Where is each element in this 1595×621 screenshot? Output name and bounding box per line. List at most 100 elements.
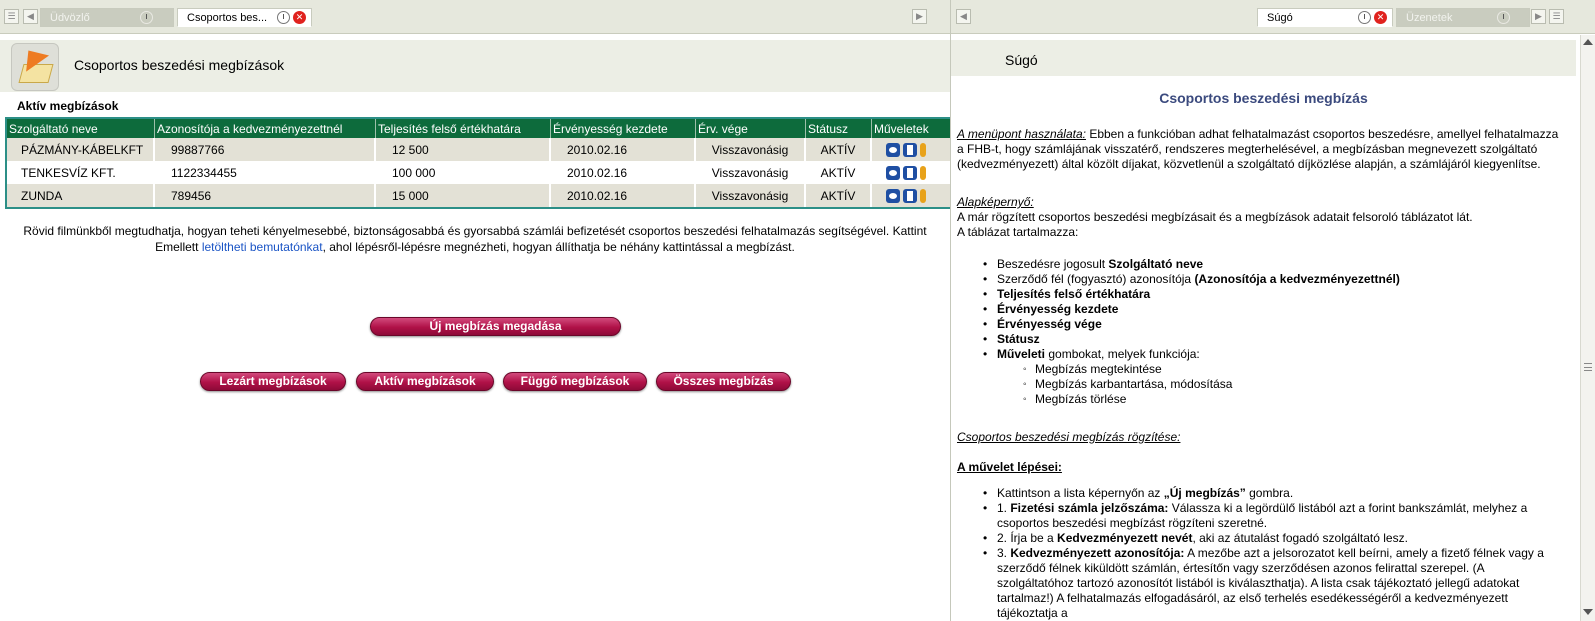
list-item: 2. Írja be a Kedvezményezett nevét, aki … [957,531,1562,546]
help-heading: Csoportos beszedési megbízás [1159,90,1368,106]
column-header[interactable]: Érvényesség kezdete [551,119,696,138]
delete-icon[interactable] [920,165,926,180]
right-tab-strip: ◀ Súgó ✕ Üzenetek ▶ ☰ [951,0,1595,34]
scroll-left-icon[interactable]: ◀ [956,9,971,24]
end-cell: Visszavonásig [696,184,806,207]
tab-group-collection[interactable]: Csoportos bes... ✕ [177,8,312,27]
list-item: 3. Kedvezményezett azonosítója: A mezőbe… [957,546,1562,621]
end-cell: Visszavonásig [696,138,806,161]
view-icon[interactable] [886,142,900,157]
view-icon[interactable] [886,188,900,203]
start-cell: 2010.02.16 [551,184,696,207]
tab-help[interactable]: Súgó ✕ [1257,8,1393,27]
column-header[interactable]: Azonosítója a kedvezményezettnél [155,119,376,138]
scroll-up-icon[interactable] [1583,39,1593,45]
all-orders-button[interactable]: Összes megbízás [656,372,791,391]
id-cell: 1122334455 [155,161,376,184]
edit-icon[interactable] [903,142,917,157]
help-title: Súgó [1005,52,1038,68]
close-icon[interactable]: ✕ [293,11,306,24]
id-cell: 99887766 [155,138,376,161]
table-row[interactable]: PÁZMÁNY-KÁBELKFT 99887766 12 500 2010.02… [7,138,950,161]
info-line-2-prefix: Emellett [155,240,202,254]
status-cell: AKTÍV [806,138,872,161]
tab-list-icon[interactable]: ☰ [4,9,19,24]
info-text: Rövid filmünkből megtudhatja, hogyan teh… [0,223,950,255]
help-header: Súgó [951,40,1576,76]
clock-icon [140,11,153,24]
active-orders-button[interactable]: Aktív megbízások [356,372,494,391]
scroll-left-icon[interactable]: ◀ [23,9,38,24]
left-tab-strip: ☰ ◀ Üdvözlő Csoportos bes... ✕ ▶ [0,0,950,34]
close-icon[interactable]: ✕ [1374,11,1387,24]
base-text-1: A már rögzített csoportos beszedési megb… [957,210,1473,224]
pending-orders-button[interactable]: Függő megbízások [503,372,647,391]
steps-list: Kattintson a lista képernyőn az „Új megb… [957,486,1562,621]
sub-list-item: Megbízás megtekintése [957,362,1562,377]
sub-list-item: Megbízás törlése [957,392,1562,407]
provider-cell: PÁZMÁNY-KÁBELKFT [7,138,155,161]
list-item: Teljesítés felső értékhatára [957,287,1562,302]
active-orders-table: Szolgáltató neve Azonosítója a kedvezmén… [5,117,950,209]
page-title: Csoportos beszedési megbízások [74,57,285,73]
sub-list-item: Megbízás karbantartása, módosítása [957,377,1562,392]
base-screen-paragraph: Alapképernyő: A már rögzített csoportos … [957,195,1562,240]
status-cell: AKTÍV [806,184,872,207]
steps-heading: A művelet lépései: [957,460,1062,474]
info-line-2-suffix: , ahol lépésről-lépésre megnézheti, hogy… [322,240,795,254]
start-cell: 2010.02.16 [551,138,696,161]
tab-label: Üdvözlő [50,12,90,24]
end-cell: Visszavonásig [696,161,806,184]
column-header[interactable]: Teljesítés felső értékhatára [376,119,551,138]
help-pane: Súgó Csoportos beszedési megbízás A menü… [951,35,1595,621]
table-row[interactable]: TENKESVÍZ KFT. 1122334455 100 000 2010.0… [7,161,950,184]
section-title: Aktív megbízások [17,99,119,113]
tab-label: Csoportos bes... [187,12,268,24]
scroll-down-icon[interactable] [1583,609,1593,615]
group-collection-icon [11,42,59,91]
table-header-row: Szolgáltató neve Azonosítója a kedvezmén… [7,119,950,138]
tab-list-icon[interactable]: ☰ [1549,9,1564,24]
new-order-button[interactable]: Új megbízás megadása [370,317,621,336]
scroll-right-icon[interactable]: ▶ [912,9,927,24]
list-item: Érvényesség vége [957,317,1562,332]
base-label: Alapképernyő: [957,195,1034,209]
operations-cell [872,184,950,207]
scroll-right-icon[interactable]: ▶ [1531,9,1546,24]
limit-cell: 15 000 [376,184,551,207]
download-demo-link[interactable]: letöltheti bemutatónkat [202,240,323,254]
status-cell: AKTÍV [806,161,872,184]
column-header[interactable]: Szolgáltató neve [7,119,155,138]
view-icon[interactable] [886,165,900,180]
list-item: Beszedésre jogosult Szolgáltató neve [957,257,1562,272]
table-contents-list: Beszedésre jogosult Szolgáltató neve Sze… [957,257,1562,407]
table-row[interactable]: ZUNDA 789456 15 000 2010.02.16 Visszavon… [7,184,950,207]
list-item: 1. Fizetési számla jelzőszáma: Válassza … [957,501,1562,531]
tab-label: Üzenetek [1406,12,1453,24]
delete-icon[interactable] [920,142,926,157]
limit-cell: 100 000 [376,161,551,184]
list-item: Kattintson a lista képernyőn az „Új megb… [957,486,1562,501]
usage-label: A menüpont használata: [957,127,1086,141]
tab-messages[interactable]: Üzenetek [1396,8,1530,27]
list-item: Érvényesség kezdete [957,302,1562,317]
clock-icon [1497,11,1510,24]
closed-orders-button[interactable]: Lezárt megbízások [200,372,346,391]
list-item: Műveleti gombokat, melyek funkciója: [957,347,1562,362]
provider-cell: TENKESVÍZ KFT. [7,161,155,184]
clock-icon [277,11,290,24]
edit-icon[interactable] [903,188,917,203]
column-header[interactable]: Státusz [806,119,872,138]
provider-cell: ZUNDA [7,184,155,207]
help-scrollbar[interactable] [1580,35,1595,621]
clock-icon [1358,11,1371,24]
tab-welcome[interactable]: Üdvözlő [40,8,174,27]
column-header: Műveletek [872,119,950,138]
column-header[interactable]: Érv. vége [696,119,806,138]
delete-icon[interactable] [920,188,926,203]
edit-icon[interactable] [903,165,917,180]
start-cell: 2010.02.16 [551,161,696,184]
scroll-grip-icon[interactable] [1584,363,1592,371]
left-pane: Csoportos beszedési megbízások Aktív meg… [0,35,950,621]
info-line-1: Rövid filmünkből megtudhatja, hogyan teh… [23,224,927,238]
